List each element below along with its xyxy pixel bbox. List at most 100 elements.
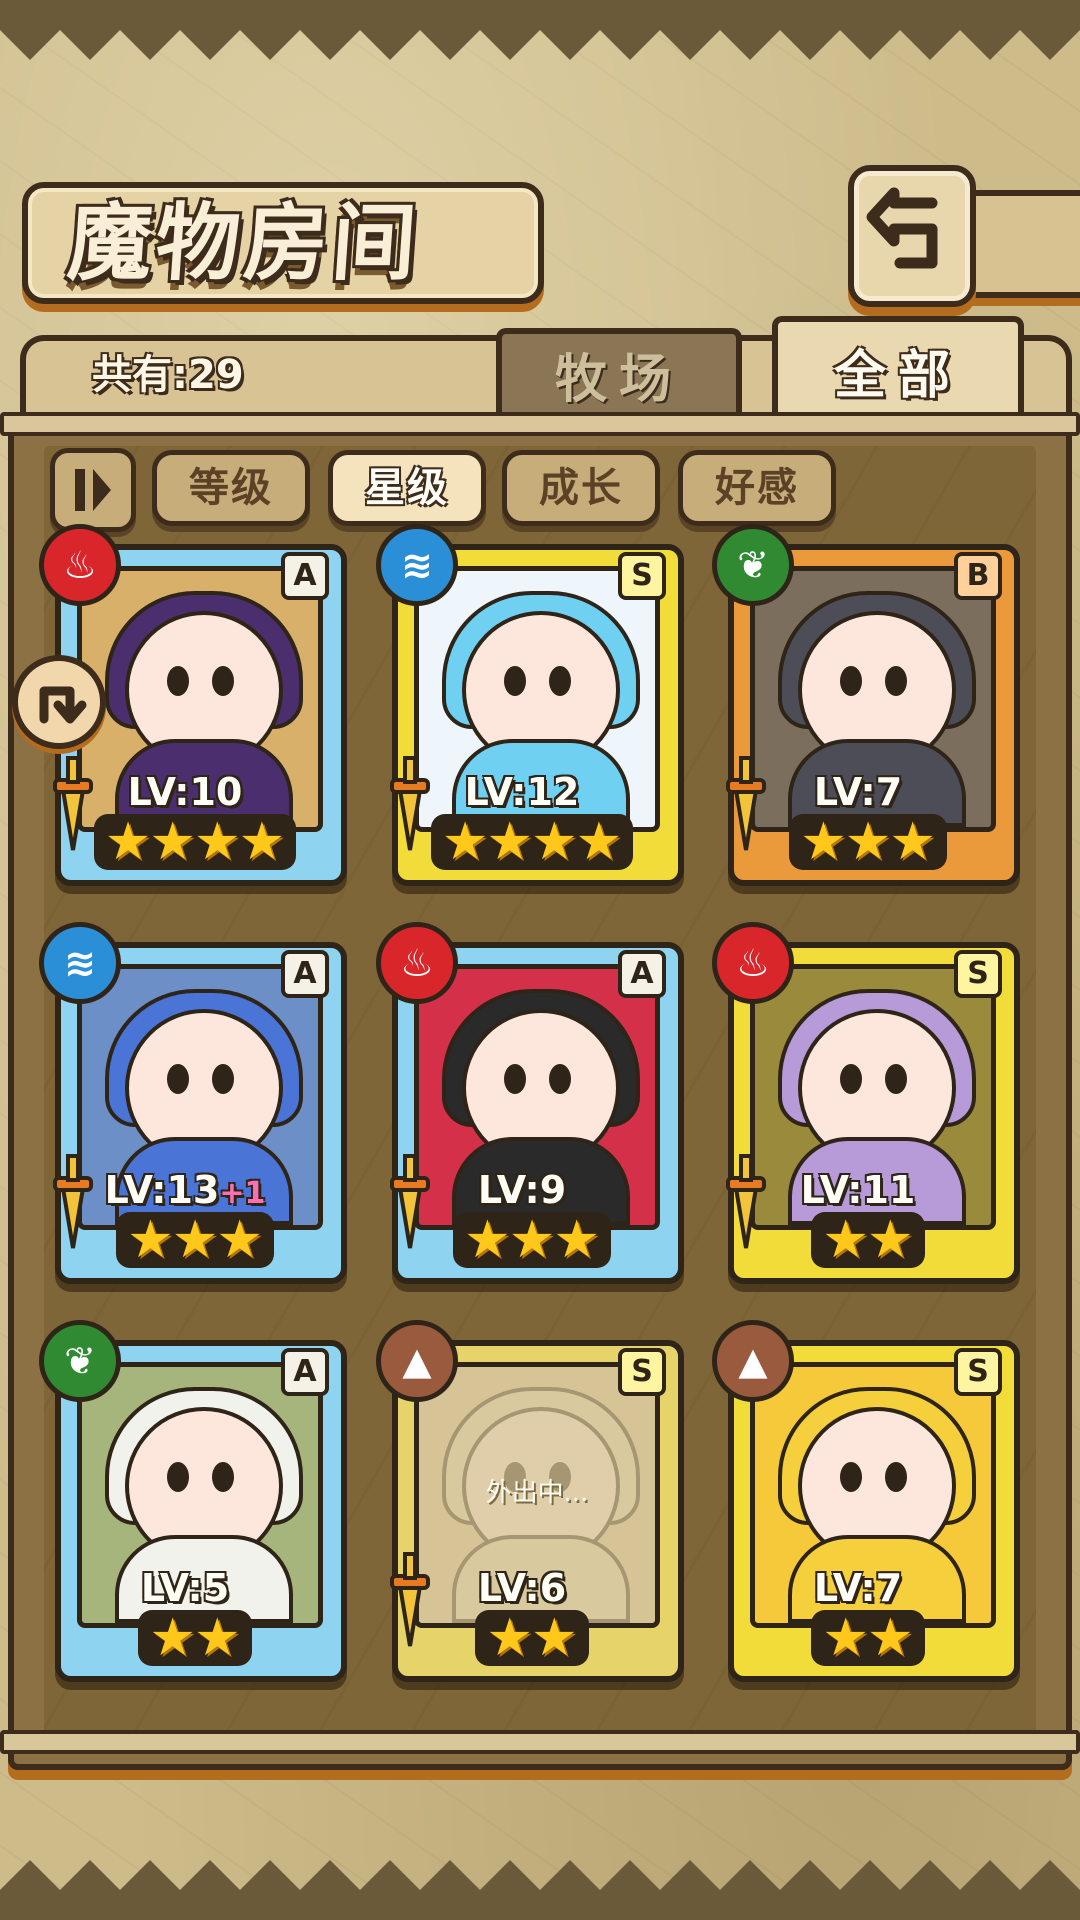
side-rotate-button[interactable] [12,655,106,749]
star-icon: ★ [127,1210,174,1270]
star-icon: ★ [800,812,847,872]
level-value: LV:11 [800,1168,916,1212]
rank-badge: A [281,950,329,998]
star-rating-bar: ★★ [811,1210,925,1270]
monster-count: 共有:29 [92,352,244,398]
monster-level: LV:5 [85,1566,285,1610]
level-value: LV:7 [813,770,903,814]
sort-by-level-label: 等级 [189,465,273,511]
sort-by-stars-button[interactable]: 星级 [328,450,486,526]
monster-level: LV:10 [85,770,285,814]
star-rating-bar: ★★ [811,1610,925,1666]
star-icon: ★ [822,1210,869,1270]
level-value: LV:6 [477,1566,567,1610]
monster-card[interactable]: 外出中... ▲ S LV:6 ★★ [376,1320,684,1686]
star-rating: ★★★ [45,1212,345,1272]
monster-eye [167,1064,189,1094]
star-icon: ★ [867,1210,914,1270]
star-icon: ★ [531,1608,578,1668]
star-rating-bar: ★★★ [116,1212,274,1268]
monster-level: LV:6 [422,1566,622,1610]
fire-icon: ♨ [376,922,458,1004]
monster-eye [840,1462,862,1492]
rank-badge: S [618,552,666,600]
earth-peak-icon: ▲ [376,1320,458,1402]
star-rating-bar: ★★ [138,1608,252,1668]
monster-eye [840,1064,862,1094]
star-icon: ★ [464,1210,511,1270]
star-icon: ★ [844,812,892,872]
monster-level: LV:11 [758,1168,958,1212]
star-icon: ★ [553,1210,600,1270]
monster-card[interactable]: ❦ B LV:7 ★★★ [712,524,1020,890]
rank-badge: B [954,552,1002,600]
star-icon: ★ [486,812,533,872]
star-rating: ★★★ [382,1212,682,1272]
sort-direction-toggle[interactable] [50,448,136,532]
monster-eye [885,1064,907,1094]
star-rating-bar: ★★★★ [93,812,297,872]
monster-eye [840,666,862,696]
top-zigzag-border [0,0,1080,60]
star-rating-bar: ★★ [475,1608,589,1668]
star-icon: ★ [104,812,152,872]
level-bonus: +1 [219,1176,266,1211]
monster-level: LV:9 [422,1168,622,1212]
away-status: 外出中... [485,1478,589,1508]
monster-card[interactable]: ≋ S LV:12 ★★★★ [376,524,684,890]
level-value: LV:10 [127,770,243,814]
monster-eye [504,1064,526,1094]
star-icon: ★ [238,812,286,872]
star-icon: ★ [194,1608,241,1668]
fire-icon: ♨ [712,922,794,1004]
monster-eye [549,666,571,696]
bottom-rail [0,1730,1080,1754]
sort-by-affection-button[interactable]: 好感 [678,450,836,526]
rank-badge: S [954,950,1002,998]
star-icon: ★ [216,1210,263,1270]
sort-by-stars-label: 星级 [365,465,449,511]
rotate-arrow-icon [39,686,87,724]
star-rating: ★★ [45,1610,345,1670]
monster-level: LV:12 [422,770,622,814]
top-rail [0,412,1080,436]
star-rating-bar: ★★★ [453,1212,611,1268]
sort-by-growth-label: 成长 [539,465,623,511]
sort-by-affection-label: 好感 [715,465,799,511]
title-banner: 魔物房间 [22,182,544,304]
sort-by-growth-button[interactable]: 成长 [502,450,660,526]
monster-level: LV:13+1 [85,1168,285,1212]
rank-badge: S [954,1348,1002,1396]
leaf-icon: ❦ [712,524,794,606]
level-value: LV:13 [104,1168,220,1212]
monster-eye [212,1462,234,1492]
star-rating: ★★★ [718,814,1018,874]
star-icon: ★ [441,812,489,872]
rank-badge: A [281,552,329,600]
level-value: LV:5 [140,1566,230,1610]
star-rating: ★★★★ [45,814,345,874]
monster-card[interactable]: ≋ A LV:13+1 ★★★ [39,922,347,1288]
back-button-strip [960,190,1080,298]
level-value: LV:7 [813,1566,903,1610]
rank-badge: A [281,1348,329,1396]
back-button[interactable] [848,165,976,307]
star-icon: ★ [149,812,196,872]
monster-card[interactable]: ♨ A LV:9 ★★★ [376,922,684,1288]
star-icon: ★ [171,1210,219,1270]
monster-eye [885,666,907,696]
monster-card[interactable]: ♨ S LV:11 ★★ [712,922,1020,1288]
rank-badge: A [618,950,666,998]
level-value: LV:12 [464,770,580,814]
star-icon: ★ [508,1210,556,1270]
star-icon: ★ [194,812,241,872]
monster-eye [167,1462,189,1492]
monster-eye [212,666,234,696]
monster-card[interactable]: ❦ A LV:5 ★★ [39,1320,347,1686]
star-rating-bar: ★★★★ [430,812,634,872]
monster-card[interactable]: ▲ S LV:7 ★★ [712,1320,1020,1686]
star-icon: ★ [149,1608,196,1668]
monster-level: LV:7 [758,1566,958,1610]
water-waves-icon: ≋ [376,524,458,606]
sort-by-level-button[interactable]: 等级 [152,450,310,526]
